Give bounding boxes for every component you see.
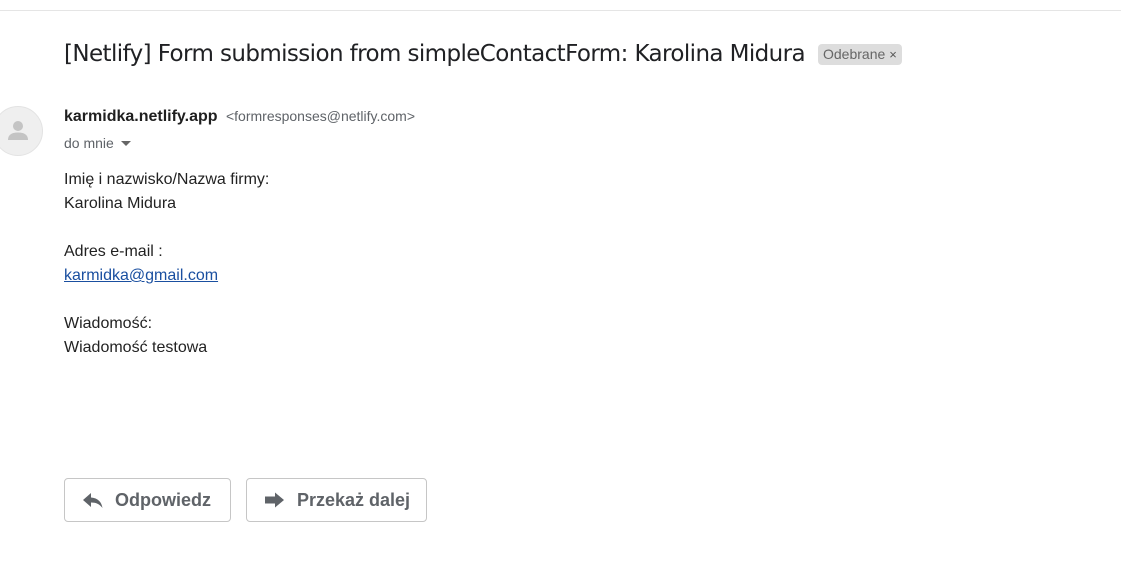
reply-button[interactable]: Odpowiedz: [64, 478, 231, 522]
sender-email: <formresponses@netlify.com>: [225, 108, 416, 124]
forward-button[interactable]: Przekaż dalej: [246, 478, 427, 522]
person-icon: [8, 121, 28, 140]
field-email-label: Adres e-mail :: [64, 243, 163, 260]
field-name-value: Karolina Midura: [64, 195, 177, 212]
email-body: Imię i nazwisko/Nazwa firmy: Karolina Mi…: [64, 168, 269, 360]
reply-label: Odpowiedz: [115, 489, 211, 510]
sender-avatar[interactable]: [0, 106, 43, 156]
forward-icon: [265, 492, 284, 508]
reply-icon: [83, 493, 103, 508]
label-chip-inbox: Odebrane ×: [818, 43, 902, 65]
field-email-link[interactable]: karmidka@gmail.com: [64, 267, 218, 284]
caret-down-icon[interactable]: [120, 140, 131, 146]
subject-row: [Netlify] Form submission from simpleCon…: [64, 36, 902, 72]
recipient-label: do mnie: [64, 135, 114, 151]
recipient-details-toggle[interactable]: do mnie: [64, 135, 131, 151]
top-divider: [0, 10, 1121, 11]
label-chip-text: Odebrane: [823, 46, 886, 62]
sender-name[interactable]: karmidka.netlify.app: [64, 108, 218, 125]
action-buttons: Odpowiedz Przekaż dalej: [64, 478, 427, 522]
sender-row: karmidka.netlify.app <formresponses@netl…: [64, 108, 415, 126]
field-name-label: Imię i nazwisko/Nazwa firmy:: [64, 171, 270, 188]
field-message-label: Wiadomość:: [64, 315, 153, 332]
remove-label-button[interactable]: ×: [889, 47, 897, 62]
email-subject: [Netlify] Form submission from simpleCon…: [64, 41, 806, 67]
field-message-value: Wiadomość testowa: [64, 339, 208, 356]
forward-label: Przekaż dalej: [297, 489, 411, 510]
